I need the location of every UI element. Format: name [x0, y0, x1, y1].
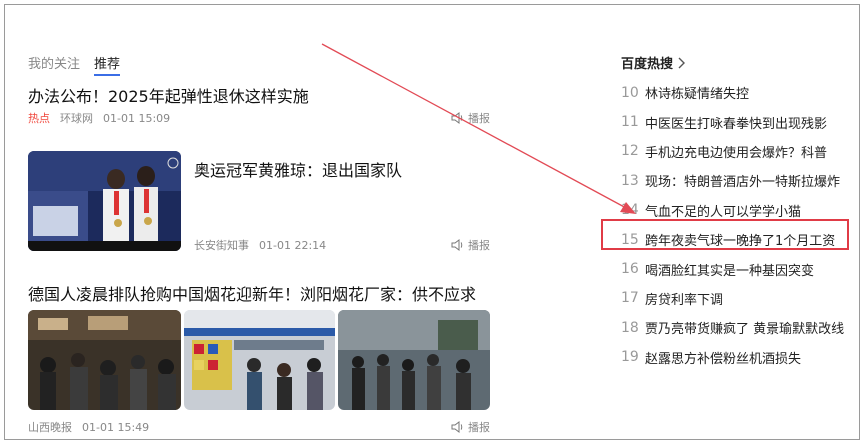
article3-time: 01-01 15:49	[82, 420, 150, 434]
hot-search-text: 气血不足的人可以学学小猫	[645, 204, 802, 220]
hot-search-rank: 16	[621, 261, 639, 278]
speaker-icon	[451, 112, 463, 124]
hot-search-title-text: 百度热搜	[621, 57, 674, 72]
article3-image-1[interactable]	[28, 310, 181, 410]
tab-following[interactable]: 我的关注	[28, 53, 80, 76]
hot-search-text: 中医医生打咏春拳快到出现残影	[645, 116, 828, 132]
hot-search-rank: 10	[621, 84, 639, 101]
hot-search-text: 房贷利率下调	[645, 292, 724, 308]
hot-search-rank: 17	[621, 290, 639, 307]
article2-meta: 长安街知事 01-01 22:14	[194, 237, 326, 253]
hot-search-rank: 12	[621, 143, 639, 160]
hot-search-item[interactable]: 16 喝酒脸红其实是一种基因突变	[621, 254, 853, 283]
hot-search-item[interactable]: 10 林诗栋疑情绪失控	[621, 78, 853, 107]
hot-search-text: 赵露思方补偿粉丝机酒损失	[645, 351, 802, 367]
hot-search-text: 喝酒脸红其实是一种基因突变	[645, 263, 815, 279]
article1-title[interactable]: 办法公布！2025年起弹性退休这样实施	[28, 83, 309, 107]
hot-search-text: 林诗栋疑情绪失控	[645, 87, 750, 103]
report-label: 播报	[468, 112, 490, 125]
article1-source[interactable]: 环球网	[60, 110, 93, 126]
hot-search-text: 贾乃亮带货赚疯了 黄景瑜默默改线	[645, 322, 845, 338]
hot-search-text: 现场：特朗普酒店外一特斯拉爆炸	[645, 175, 841, 191]
article1-report-button[interactable]: 播报	[451, 110, 490, 126]
article3-report-button[interactable]: 播报	[451, 419, 490, 435]
speaker-icon	[451, 239, 463, 251]
hot-search-rank: 14	[621, 202, 639, 219]
hot-search-item[interactable]: 11 中医医生打咏春拳快到出现残影	[621, 107, 853, 136]
hot-search-rank: 11	[621, 114, 639, 131]
hot-tag: 热点	[28, 112, 50, 125]
article2-report-button[interactable]: 播报	[451, 237, 490, 253]
tab-recommended[interactable]: 推荐	[94, 53, 121, 76]
hot-search-item[interactable]: 13 现场：特朗普酒店外一特斯拉爆炸	[621, 166, 853, 195]
article3-title[interactable]: 德国人凌晨排队抢购中国烟花迎新年！浏阳烟花厂家：供不应求	[28, 281, 476, 305]
article2-title[interactable]: 奥运冠军黄雅琼：退出国家队	[194, 157, 402, 181]
speaker-icon	[451, 421, 463, 433]
article1-meta: 热点 环球网 01-01 15:09	[28, 110, 170, 126]
hot-search-item[interactable]: 18 贾乃亮带货赚疯了 黄景瑜默默改线	[621, 313, 853, 342]
hot-search-title[interactable]: 百度热搜	[621, 53, 686, 72]
report-label: 播报	[468, 421, 490, 434]
hot-search-rank: 13	[621, 172, 639, 189]
article3-meta: 山西晚报 01-01 15:49	[28, 419, 149, 435]
hot-search-item[interactable]: 17 房贷利率下调	[621, 284, 853, 313]
hot-search-text: 手机边充电边使用会爆炸？科普	[645, 145, 828, 161]
article3-image-2[interactable]	[184, 310, 335, 410]
chevron-right-icon	[678, 57, 686, 68]
article2-thumbnail[interactable]	[28, 151, 181, 251]
article2-source[interactable]: 长安街知事	[194, 237, 249, 253]
article3-source[interactable]: 山西晚报	[28, 419, 72, 435]
article2-time: 01-01 22:14	[259, 238, 327, 252]
highlight-box	[601, 219, 849, 250]
article1-time: 01-01 15:09	[103, 111, 171, 125]
hot-search-rank: 19	[621, 349, 639, 366]
report-label: 播报	[468, 239, 490, 252]
feed-tabs: 我的关注 推荐	[28, 53, 121, 76]
hot-search-rank: 18	[621, 319, 639, 336]
article3-image-3[interactable]	[338, 310, 490, 410]
hot-search-item[interactable]: 12 手机边充电边使用会爆炸？科普	[621, 137, 853, 166]
hot-search-item[interactable]: 19 赵露思方补偿粉丝机酒损失	[621, 343, 853, 372]
